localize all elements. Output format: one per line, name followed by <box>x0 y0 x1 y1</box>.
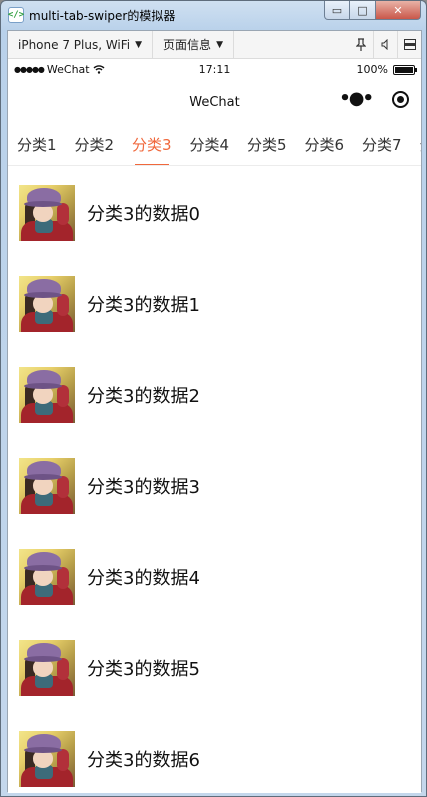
more-icon[interactable]: •●• <box>339 90 374 108</box>
window-title: multi-tab-swiper的模拟器 <box>29 9 176 23</box>
tab-category-4[interactable]: 分类4 <box>181 124 239 165</box>
toolbar-actions <box>349 30 421 59</box>
tab-category-5[interactable]: 分类5 <box>238 124 296 165</box>
thumbnail-image <box>19 730 75 787</box>
page-info-select[interactable]: 页面信息 ▼ <box>153 30 234 59</box>
thumbnail-image <box>19 548 75 605</box>
maximize-button[interactable]: □ <box>350 1 376 20</box>
close-miniprogram-icon[interactable] <box>392 90 409 108</box>
list-item[interactable]: 分类3的数据6 <box>8 713 421 793</box>
thumbnail-image <box>19 639 75 696</box>
battery-percent: 100% <box>356 63 388 76</box>
simulator-window: </> multi-tab-swiper的模拟器 ▭ □ ✕ iPhone 7 … <box>0 0 427 797</box>
list-item[interactable]: 分类3的数据3 <box>8 440 421 531</box>
list-item[interactable]: 分类3的数据2 <box>8 349 421 440</box>
list-item-text: 分类3的数据6 <box>87 749 200 771</box>
list-item-text: 分类3的数据0 <box>87 203 200 225</box>
chevron-down-icon: ▼ <box>216 39 223 50</box>
list-item-text: 分类3的数据4 <box>87 567 200 589</box>
nav-bar: WeChat •●• <box>8 80 421 124</box>
list-item-text: 分类3的数据1 <box>87 294 200 316</box>
phone-status-bar: ●●●●● WeChat 17:11 100% <box>8 60 421 80</box>
list-item[interactable]: 分类3的数据4 <box>8 531 421 622</box>
panel-icon[interactable] <box>397 30 421 59</box>
capsule-buttons: •●• <box>339 90 409 108</box>
device-select[interactable]: iPhone 7 Plus, WiFi ▼ <box>8 30 154 59</box>
list-item-text: 分类3的数据5 <box>87 658 200 680</box>
thumbnail-image <box>19 275 75 332</box>
thumbnail-image <box>19 457 75 514</box>
tab-category-3[interactable]: 分类3 <box>123 124 181 165</box>
data-list[interactable]: 分类3的数据0 分类3的数据1 分类3的数据2 分类3的数据3 分类3的数据4 … <box>8 167 421 793</box>
battery-status: 100% <box>356 63 417 76</box>
category-tabs: 分类1 分类2 分类3 分类4 分类5 分类6 分类7 分 <box>8 124 421 166</box>
tab-category-2[interactable]: 分类2 <box>66 124 124 165</box>
tab-category-8[interactable]: 分 <box>411 124 422 165</box>
device-select-label: iPhone 7 Plus, WiFi <box>18 37 131 52</box>
speaker-icon[interactable] <box>373 30 397 59</box>
tab-category-1[interactable]: 分类1 <box>8 124 66 165</box>
nav-title: WeChat <box>189 94 240 110</box>
list-item-text: 分类3的数据3 <box>87 476 200 498</box>
chevron-down-icon: ▼ <box>135 39 143 50</box>
thumbnail-image <box>19 184 75 241</box>
tab-category-6[interactable]: 分类6 <box>296 124 354 165</box>
title-bar[interactable]: </> multi-tab-swiper的模拟器 ▭ □ ✕ <box>1 1 426 29</box>
list-item[interactable]: 分类3的数据1 <box>8 258 421 349</box>
battery-icon <box>393 64 417 75</box>
tab-category-7[interactable]: 分类7 <box>353 124 411 165</box>
pin-icon[interactable] <box>349 31 373 59</box>
simulator-toolbar: iPhone 7 Plus, WiFi ▼ 页面信息 ▼ <box>8 30 421 59</box>
minimize-button[interactable]: ▭ <box>324 1 350 20</box>
list-item[interactable]: 分类3的数据5 <box>8 622 421 713</box>
close-button[interactable]: ✕ <box>376 1 421 20</box>
list-item[interactable]: 分类3的数据0 <box>8 167 421 258</box>
code-icon: </> <box>8 7 24 23</box>
window-controls: ▭ □ ✕ <box>324 1 421 20</box>
thumbnail-image <box>19 366 75 423</box>
simulator-viewport: iPhone 7 Plus, WiFi ▼ 页面信息 ▼ ●●●●● WeCha… <box>7 30 422 793</box>
page-info-label: 页面信息 <box>163 38 212 52</box>
list-item-text: 分类3的数据2 <box>87 385 200 407</box>
